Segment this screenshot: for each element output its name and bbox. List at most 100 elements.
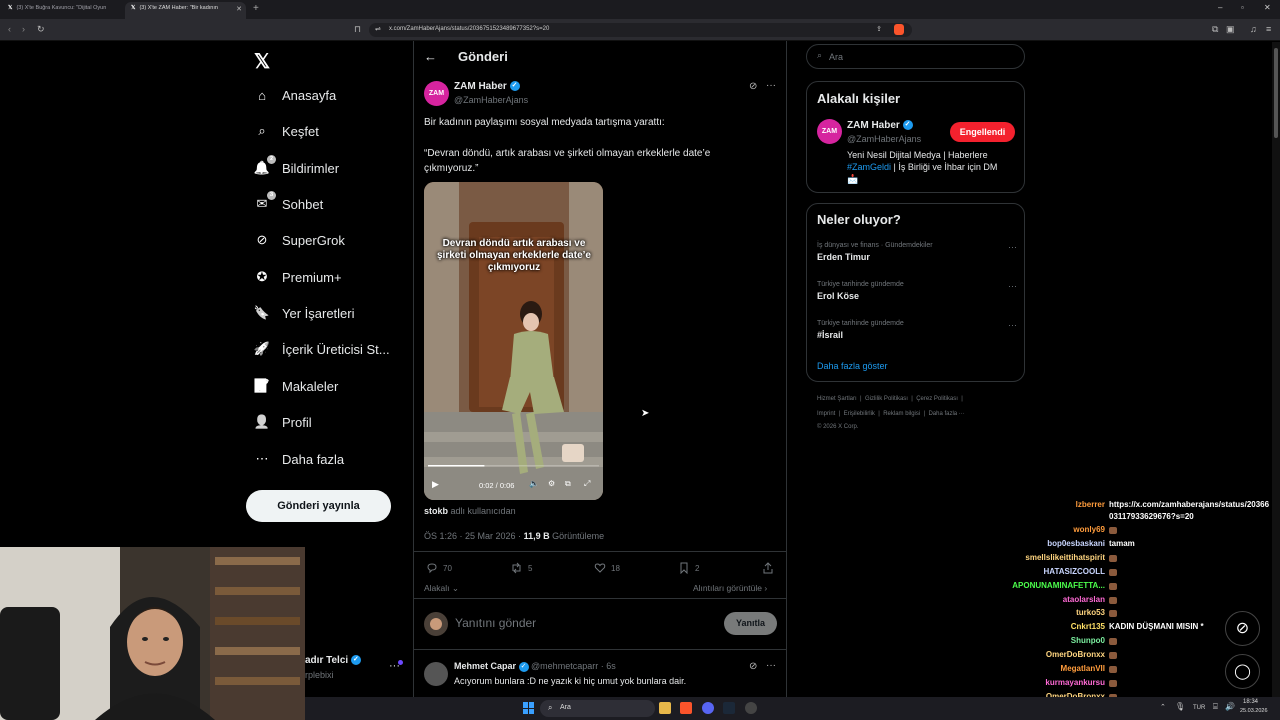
fullscreen-icon[interactable]: ⤢ bbox=[584, 479, 590, 489]
share-icon[interactable]: ⇪ bbox=[876, 25, 882, 33]
start-icon[interactable] bbox=[523, 702, 535, 714]
language-indicator[interactable]: TUR bbox=[1193, 705, 1205, 711]
bookmark-action[interactable]: 2 bbox=[678, 562, 699, 574]
footer-link[interactable]: Çerez Politikası bbox=[916, 396, 958, 402]
chat-row: ataolarslan bbox=[985, 595, 1280, 608]
reply-action[interactable]: 70 bbox=[426, 562, 452, 574]
sidebar-item[interactable]: 👤 Profil bbox=[254, 410, 312, 434]
minimize-button[interactable]: – bbox=[1218, 3, 1222, 12]
sidebar-item[interactable]: ✉ 3 Sohbet bbox=[254, 191, 323, 216]
person-name[interactable]: ZAM Haber ✓ bbox=[847, 120, 913, 131]
extensions-icon[interactable]: ⧉ bbox=[1212, 24, 1218, 35]
settings-icon[interactable]: ⚙ bbox=[548, 479, 555, 488]
footer-link[interactable]: Reklam bilgisi bbox=[883, 411, 920, 417]
messages-fab-icon[interactable]: ◯ bbox=[1225, 654, 1260, 689]
wallet-icon[interactable]: ▣ bbox=[1226, 24, 1235, 35]
back-icon[interactable]: ‹ bbox=[8, 24, 11, 34]
media-icon[interactable]: ♫ bbox=[1250, 24, 1257, 34]
reply-input[interactable]: Yanıtını gönder bbox=[455, 616, 715, 630]
chat-emote-icon bbox=[1109, 582, 1117, 590]
clock-date[interactable]: 25.03.2026 bbox=[1240, 708, 1268, 714]
reply-avatar[interactable] bbox=[424, 662, 448, 686]
close-window-button[interactable]: ✕ bbox=[1264, 3, 1271, 12]
play-icon[interactable]: ▶ bbox=[432, 479, 439, 490]
show-more-link[interactable]: Daha fazla göster bbox=[817, 361, 888, 371]
repost-action[interactable]: 5 bbox=[510, 562, 532, 574]
brave-browser-icon[interactable] bbox=[680, 702, 692, 714]
author-name[interactable]: ZAM Haber ✓ bbox=[454, 81, 520, 92]
clock-time[interactable]: 18:34 bbox=[1243, 699, 1258, 705]
divider bbox=[414, 598, 786, 599]
footer-link[interactable]: Hizmet Şartları bbox=[817, 396, 857, 402]
trend-item[interactable]: Türkiye tarihinde gündemde Erol Köse ··· bbox=[817, 281, 1017, 301]
post-video[interactable]: Devran döndü artık arabası ve şirketi ol… bbox=[424, 182, 603, 500]
sidebar-item[interactable]: 🚀 İçerik Üreticisi St... bbox=[254, 337, 390, 361]
view-quotes-link[interactable]: Alıntıları görüntüle › bbox=[693, 583, 767, 593]
obs-icon[interactable] bbox=[745, 702, 757, 714]
more-options-icon[interactable]: ··· bbox=[766, 80, 776, 91]
trend-more-icon[interactable]: ··· bbox=[1008, 320, 1017, 330]
reply-button[interactable]: Yanıtla bbox=[724, 612, 777, 635]
back-arrow-icon[interactable]: ← bbox=[424, 49, 437, 64]
discord-icon[interactable] bbox=[702, 702, 714, 714]
sidebar-item[interactable]: 📝 Makaleler bbox=[254, 374, 338, 398]
browser-tab[interactable]: 𝕏 (3) X'te Buğra Kavuncu: "Dijital Oyun bbox=[2, 2, 123, 19]
microphone-icon[interactable]: 🎙 bbox=[1175, 702, 1185, 711]
search-input[interactable]: Ara bbox=[829, 52, 843, 62]
maximize-button[interactable]: ▫ bbox=[1241, 3, 1244, 12]
close-tab-icon[interactable]: ✕ bbox=[236, 5, 242, 13]
speaker-icon[interactable]: 🔊 bbox=[1225, 702, 1235, 711]
grok-icon[interactable]: ⊘ bbox=[749, 661, 757, 672]
tray-chevron-icon[interactable]: ⌃ bbox=[1160, 703, 1166, 711]
file-explorer-icon[interactable] bbox=[659, 702, 671, 714]
bookmark-page-icon[interactable]: ⊓ bbox=[354, 24, 361, 35]
brave-shield-icon[interactable] bbox=[894, 24, 904, 35]
trend-item[interactable]: İş dünyası ve finans · Gündemdekiler Erd… bbox=[817, 242, 1017, 262]
like-action[interactable]: 18 bbox=[594, 562, 620, 574]
trend-more-icon[interactable]: ··· bbox=[1008, 242, 1017, 252]
hashtag-link[interactable]: #ZamGeldi bbox=[847, 162, 891, 172]
author-avatar[interactable]: ZAM bbox=[424, 81, 449, 106]
site-info-icon[interactable]: ⇌ bbox=[375, 25, 381, 33]
sidebar-item[interactable]: 🔔 2 Bildirimler bbox=[254, 155, 339, 180]
pip-icon[interactable]: ⧉ bbox=[565, 479, 571, 489]
grok-icon[interactable]: ⊘ bbox=[749, 81, 757, 92]
trend-more-icon[interactable]: ··· bbox=[1008, 281, 1017, 291]
author-handle[interactable]: @ZamHaberAjans bbox=[454, 95, 528, 105]
scrollbar-thumb[interactable] bbox=[1274, 48, 1278, 138]
reply-author[interactable]: Mehmet Capar ✓ @mehmetcaparr · 6s bbox=[454, 661, 616, 672]
trend-item[interactable]: Türkiye tarihinde gündemde #İsrail ··· bbox=[817, 320, 1017, 340]
share-action[interactable] bbox=[762, 562, 779, 574]
footer-link[interactable]: Daha fazla ··· bbox=[928, 411, 964, 417]
volume-icon[interactable]: 🔈 bbox=[529, 479, 539, 488]
sidebar-item[interactable]: 🔖 Yer İşaretleri bbox=[254, 301, 355, 325]
more-options-icon[interactable]: ··· bbox=[766, 660, 776, 671]
footer-link[interactable]: Erişilebilirlik bbox=[844, 411, 875, 417]
source-user-link[interactable]: stokb bbox=[424, 506, 448, 516]
reload-icon[interactable]: ↻ bbox=[37, 24, 45, 35]
footer-link[interactable]: Gizlilik Politikası bbox=[865, 396, 908, 402]
grok-fab-icon[interactable]: ⊘ bbox=[1225, 611, 1260, 646]
account-name[interactable]: adır Telci ✓ bbox=[305, 655, 361, 666]
x-home-logo-icon[interactable]: 𝕏 bbox=[254, 49, 270, 74]
steam-icon[interactable] bbox=[723, 702, 735, 714]
menu-icon[interactable]: ≡ bbox=[1266, 24, 1271, 34]
sidebar-item[interactable]: ⋯ Daha fazla bbox=[254, 447, 345, 471]
sidebar-item[interactable]: ⊘ SuperGrok bbox=[254, 228, 345, 252]
post-timestamp[interactable]: ÖS 1:26 · 25 Mar 2026 · bbox=[424, 531, 521, 541]
taskbar-search[interactable]: ⌕ Ara bbox=[540, 700, 655, 717]
blocked-button[interactable]: Engellendi bbox=[950, 122, 1015, 142]
post-button[interactable]: Gönderi yayınla bbox=[246, 490, 391, 522]
browser-tab-active[interactable]: 𝕏 (3) X'te ZAM Haber: "Bir kadının ✕ bbox=[125, 2, 246, 19]
forward-icon[interactable]: › bbox=[22, 24, 25, 34]
sidebar-item[interactable]: ✪ Premium+ bbox=[254, 265, 342, 289]
person-avatar[interactable]: ZAM bbox=[817, 119, 842, 144]
sidebar-item[interactable]: ⌕ Keşfet bbox=[254, 119, 319, 143]
new-tab-button[interactable]: + bbox=[253, 3, 259, 14]
relevance-dropdown[interactable]: Alakalı ⌄ bbox=[424, 583, 459, 594]
sidebar-item[interactable]: ⌂ Anasayfa bbox=[254, 83, 336, 107]
network-icon[interactable]: ⌸ bbox=[1213, 702, 1218, 712]
url-field[interactable]: ⇌ x.com/ZamHaberAjans/status/20367515234… bbox=[369, 23, 912, 37]
search-box[interactable]: ⌕ Ara bbox=[806, 44, 1025, 69]
footer-link[interactable]: Imprint bbox=[817, 411, 835, 417]
